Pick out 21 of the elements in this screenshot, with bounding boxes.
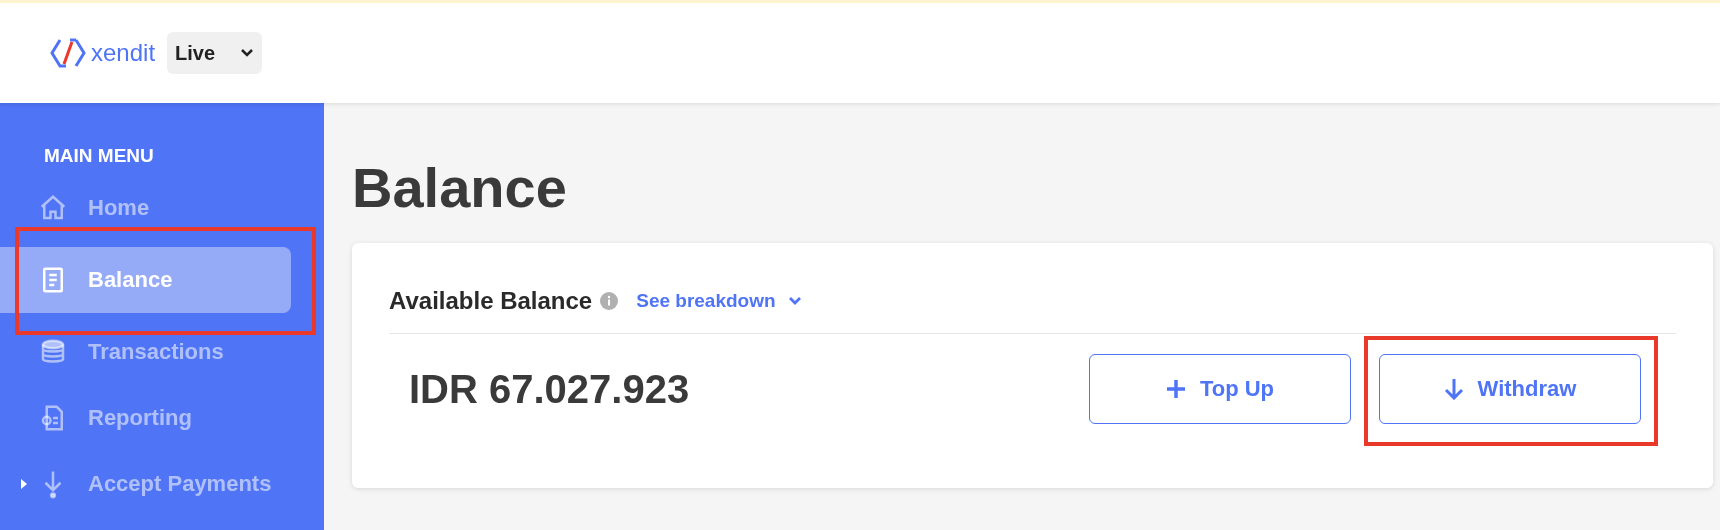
chevron-down-icon bbox=[240, 48, 255, 58]
expand-caret-icon[interactable] bbox=[20, 478, 28, 490]
chevron-down-icon bbox=[787, 296, 802, 306]
info-icon[interactable] bbox=[600, 292, 619, 310]
plus-icon bbox=[1165, 379, 1186, 399]
balance-amount: IDR 67.027.923 bbox=[408, 366, 691, 412]
logo-icon bbox=[50, 37, 86, 69]
see-breakdown-link[interactable]: See breakdown bbox=[636, 290, 802, 312]
sidebar-item[interactable]: Home bbox=[0, 181, 291, 235]
withdraw-button[interactable]: Withdraw bbox=[1379, 354, 1641, 424]
balance-label: Available Balance bbox=[389, 287, 593, 315]
top-up-button[interactable]: Top Up bbox=[1089, 354, 1351, 424]
sidebar-item[interactable]: Balance bbox=[0, 247, 291, 313]
sidebar-item[interactable]: Transactions bbox=[0, 325, 291, 379]
arrow-down-icon bbox=[1443, 378, 1464, 400]
sidebar-item[interactable]: Accept Payments bbox=[0, 457, 291, 511]
mode-select[interactable]: Live bbox=[167, 32, 263, 74]
menu-heading: MAIN MENU bbox=[43, 145, 155, 167]
logo-text: xendit bbox=[91, 39, 156, 67]
sidebar-item[interactable]: Reporting bbox=[0, 391, 291, 445]
page-title: Balance bbox=[352, 155, 568, 221]
